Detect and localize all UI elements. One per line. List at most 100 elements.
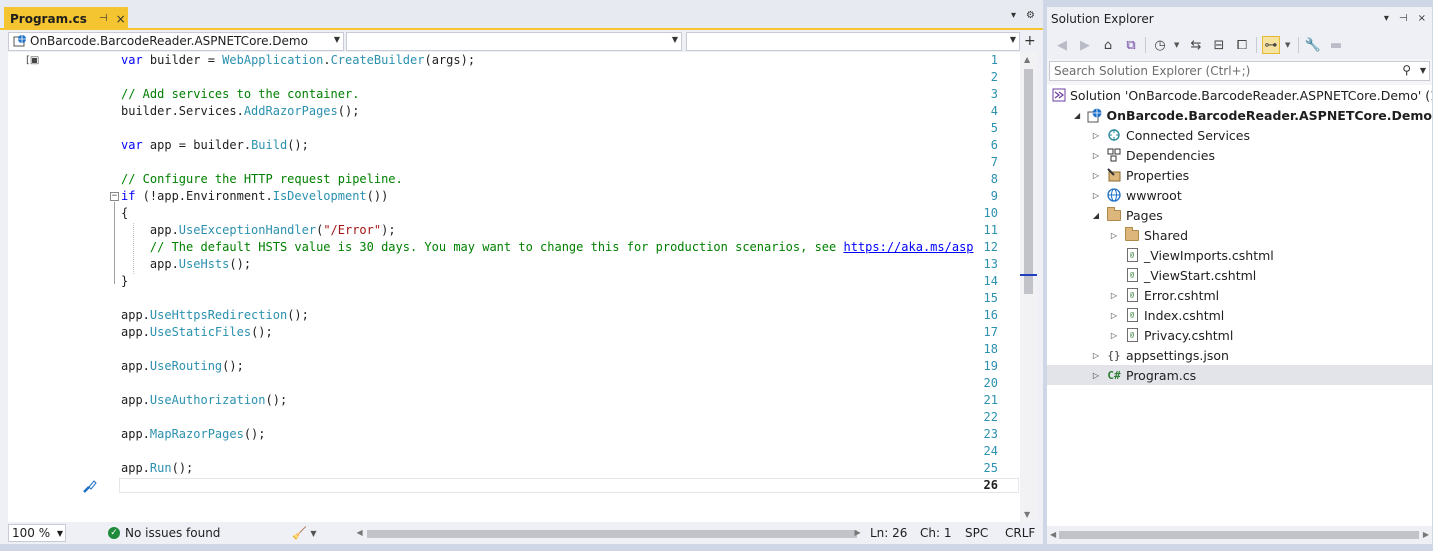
issues-indicator[interactable]: ✓ No issues found xyxy=(108,526,220,540)
collapse-block-icon[interactable]: − xyxy=(110,192,119,201)
vertical-scrollbar[interactable]: ▲ ▼ xyxy=(1020,52,1037,522)
tree-item-error-cshtml[interactable]: ▷ @ Error.cshtml xyxy=(1047,285,1432,305)
collapse-all-icon[interactable]: ⊟ xyxy=(1210,36,1228,54)
collapsed-arrow-icon[interactable]: ▷ xyxy=(1091,171,1101,180)
code-line[interactable]: app.Run(); xyxy=(121,460,193,477)
project-dropdown[interactable]: OnBarcode.BarcodeReader.ASPNETCore.Demo … xyxy=(8,31,344,51)
code-link[interactable]: https://aka.ms/asp xyxy=(843,240,973,254)
tab-program-cs[interactable]: Program.cs ⊣ × xyxy=(4,7,128,30)
member-dropdown[interactable]: ▼ xyxy=(686,31,1020,51)
sync-with-document-icon[interactable]: ⇆ xyxy=(1187,36,1205,54)
zoom-value: 100 % xyxy=(12,526,51,540)
gear-icon[interactable]: ⚙ xyxy=(1026,10,1035,21)
minus-icon[interactable]: ▬ xyxy=(1327,36,1345,54)
tree-item-shared[interactable]: ▷ Shared xyxy=(1047,225,1432,245)
collapsed-arrow-icon[interactable]: ▷ xyxy=(1109,291,1119,300)
solution-explorer-horizontal-scrollbar[interactable]: ◀ ▶ xyxy=(1047,526,1432,544)
line-ending-indicator[interactable]: CRLF xyxy=(1005,526,1045,540)
collapsed-arrow-icon[interactable]: ▷ xyxy=(1091,351,1101,360)
pin-icon[interactable]: ⊣ xyxy=(99,13,108,24)
tab-list-dropdown-icon[interactable]: ▾ xyxy=(1011,10,1016,21)
tree-item-viewimports-cshtml[interactable]: @ _ViewImports.cshtml xyxy=(1047,245,1432,265)
code-line[interactable]: if (!app.Environment.IsDevelopment()) xyxy=(121,188,388,205)
code-line[interactable]: var app = builder.Build(); xyxy=(121,137,309,154)
collapsed-arrow-icon[interactable]: ▷ xyxy=(1091,151,1101,160)
vertical-scroll-thumb[interactable] xyxy=(1024,69,1033,294)
dependencies-icon xyxy=(1106,147,1122,163)
pending-changes-filter-icon[interactable]: ◷ xyxy=(1151,36,1169,54)
column-indicator[interactable]: Ch: 1 xyxy=(920,526,965,540)
pin-icon[interactable]: ⊣ xyxy=(1399,13,1408,24)
code-line[interactable]: // Add services to the container. xyxy=(121,86,359,103)
back-icon[interactable]: ◀ xyxy=(1053,36,1071,54)
tree-item-privacy-cshtml[interactable]: ▷ @ Privacy.cshtml xyxy=(1047,325,1432,345)
tree-item-solution-onbarcode-barcodereader-aspnetcore-demo-1-of-1-project[interactable]: Solution 'OnBarcode.BarcodeReader.ASPNET… xyxy=(1047,85,1432,105)
close-icon[interactable]: × xyxy=(1418,13,1426,24)
code-line[interactable]: // Configure the HTTP request pipeline. xyxy=(121,171,403,188)
code-line[interactable]: app.MapRazorPages(); xyxy=(121,426,266,443)
close-icon[interactable]: × xyxy=(116,12,126,26)
tree-item-properties[interactable]: ▷ Properties xyxy=(1047,165,1432,185)
tree-item-dependencies[interactable]: ▷ Dependencies xyxy=(1047,145,1432,165)
scroll-left-icon[interactable]: ◀ xyxy=(357,528,363,537)
code-editor[interactable]: [▣ − 1 2 3 4 5 6 7 8 9 10 11 12 13 14 15 16 17 18 19 20 21 22… xyxy=(8,52,1020,522)
line-number: 22 xyxy=(983,410,998,424)
tree-item-program-cs[interactable]: ▷ C# Program.cs xyxy=(1047,365,1432,385)
toolbar-separator xyxy=(1145,37,1146,53)
collapsed-arrow-icon[interactable]: ▷ xyxy=(1091,191,1101,200)
chevron-down-icon[interactable]: ▼ xyxy=(1420,66,1426,75)
scroll-up-icon[interactable]: ▲ xyxy=(1024,55,1030,64)
expanded-arrow-icon[interactable]: ◢ xyxy=(1091,211,1101,220)
code-line[interactable]: var builder = WebApplication.CreateBuild… xyxy=(121,52,475,69)
collapsed-arrow-icon[interactable]: ▷ xyxy=(1109,231,1119,240)
line-indicator[interactable]: Ln: 26 xyxy=(870,526,920,540)
collapsed-arrow-icon[interactable]: ▷ xyxy=(1091,371,1101,380)
scroll-left-icon[interactable]: ◀ xyxy=(1050,530,1056,539)
zoom-dropdown[interactable]: 100 % ▼ xyxy=(8,524,66,542)
solution-explorer-search-input[interactable]: Search Solution Explorer (Ctrl+;) ⚲ ▼ xyxy=(1049,61,1430,81)
code-line[interactable]: } xyxy=(121,273,128,290)
scroll-right-icon[interactable]: ▶ xyxy=(1423,530,1429,539)
code-line[interactable]: builder.Services.AddRazorPages(); xyxy=(121,103,359,120)
code-line[interactable]: app.UseHttpsRedirection(); xyxy=(121,307,309,324)
tree-item-connected-services[interactable]: ▷ Connected Services xyxy=(1047,125,1432,145)
window-position-icon[interactable]: ▾ xyxy=(1384,13,1389,24)
quick-actions-brush-icon[interactable] xyxy=(82,478,98,494)
properties-wrench-icon[interactable]: 🔧 xyxy=(1304,36,1322,54)
forward-icon[interactable]: ▶ xyxy=(1076,36,1094,54)
type-dropdown[interactable]: ▼ xyxy=(346,31,682,51)
code-line[interactable]: { xyxy=(121,205,128,222)
horizontal-scroll-thumb[interactable] xyxy=(1059,531,1419,539)
switch-views-icon[interactable]: ⧉ xyxy=(1122,36,1140,54)
collapsed-arrow-icon[interactable]: ▷ xyxy=(1091,131,1101,140)
code-line[interactable]: app.UseAuthorization(); xyxy=(121,392,287,409)
horizontal-scrollbar[interactable]: ◀ ▶ xyxy=(357,525,861,541)
chevron-down-icon[interactable]: ▼ xyxy=(1285,41,1293,49)
horizontal-scroll-thumb[interactable] xyxy=(366,530,857,538)
code-line[interactable]: app.UseExceptionHandler("/Error"); xyxy=(121,222,396,239)
whitespace-mode-indicator[interactable]: SPC xyxy=(965,526,1005,540)
line-number: 14 xyxy=(983,274,998,288)
collapsed-arrow-icon[interactable]: ▷ xyxy=(1109,311,1119,320)
scroll-right-icon[interactable]: ▶ xyxy=(855,528,861,537)
split-window-icon[interactable]: + xyxy=(1024,33,1036,49)
tree-item-wwwroot[interactable]: ▷ wwwroot xyxy=(1047,185,1432,205)
tree-item-index-cshtml[interactable]: ▷ @ Index.cshtml xyxy=(1047,305,1432,325)
code-line[interactable]: app.UseStaticFiles(); xyxy=(121,324,273,341)
code-line[interactable]: app.UseRouting(); xyxy=(121,358,244,375)
expanded-arrow-icon[interactable]: ◢ xyxy=(1072,111,1082,120)
tree-item-viewstart-cshtml[interactable]: @ _ViewStart.cshtml xyxy=(1047,265,1432,285)
search-icon[interactable]: ⚲ xyxy=(1402,63,1411,77)
collapsed-arrow-icon[interactable]: ▷ xyxy=(1109,331,1119,340)
chevron-down-icon[interactable]: ▼ xyxy=(1174,41,1182,49)
tree-item-onbarcode-barcodereader-aspnetcore-demo[interactable]: ◢ OnBarcode.BarcodeReader.ASPNETCore.Demo xyxy=(1047,105,1432,125)
tree-item-pages[interactable]: ◢ Pages xyxy=(1047,205,1432,225)
code-cleanup-button[interactable]: 🧹 ▼ xyxy=(292,526,316,540)
tree-item-appsettings-json[interactable]: ▷ {} appsettings.json xyxy=(1047,345,1432,365)
show-all-files-icon[interactable]: ⧠ xyxy=(1233,36,1251,54)
code-line[interactable]: app.UseHsts(); xyxy=(121,256,251,273)
home-icon[interactable]: ⌂ xyxy=(1099,36,1117,54)
scroll-down-icon[interactable]: ▼ xyxy=(1024,510,1030,519)
preview-selected-items-icon[interactable]: ⊶ xyxy=(1262,36,1280,54)
code-line[interactable]: // The default HSTS value is 30 days. Yo… xyxy=(121,239,974,256)
